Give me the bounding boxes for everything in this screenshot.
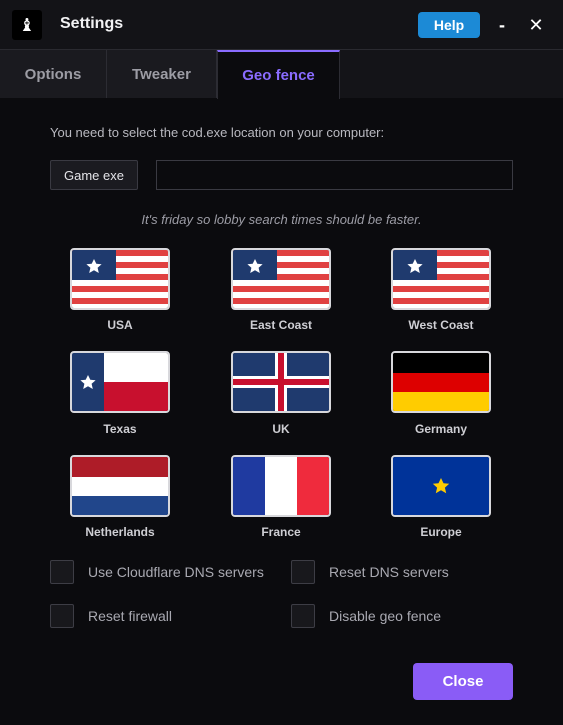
tab-geo-fence[interactable]: Geo fence bbox=[217, 50, 340, 99]
reset-dns-option[interactable]: Reset DNS servers bbox=[291, 560, 449, 584]
reset-firewall-option[interactable]: Reset firewall bbox=[50, 604, 172, 628]
window-title: Settings bbox=[60, 15, 124, 32]
minimize-button[interactable]: - bbox=[492, 14, 512, 36]
help-button[interactable]: Help bbox=[418, 12, 480, 38]
tab-tweaker[interactable]: Tweaker bbox=[107, 50, 217, 98]
cloudflare-dns-option[interactable]: Use Cloudflare DNS servers bbox=[50, 560, 264, 584]
reset-firewall-label: Reset firewall bbox=[88, 608, 173, 624]
region-label-europe: Europe bbox=[420, 525, 462, 539]
usa-flag-icon[interactable] bbox=[70, 248, 170, 310]
france-flag-icon[interactable] bbox=[231, 455, 331, 517]
lobby-notice: It's friday so lobby search times should… bbox=[141, 212, 422, 227]
region-label-germany: Germany bbox=[414, 422, 468, 436]
region-label-usa: USA bbox=[107, 318, 133, 332]
cloudflare-dns-checkbox[interactable] bbox=[50, 560, 74, 584]
disable-geo-fence-checkbox[interactable] bbox=[291, 604, 315, 628]
cloudflare-dns-label: Use Cloudflare DNS servers bbox=[88, 564, 264, 580]
reset-firewall-checkbox[interactable] bbox=[50, 604, 74, 628]
usa-flag-icon[interactable] bbox=[391, 248, 491, 310]
title-bar: ♝ Settings Help - ✕ bbox=[0, 0, 563, 50]
reset-dns-label: Reset DNS servers bbox=[329, 564, 449, 580]
reset-dns-checkbox[interactable] bbox=[291, 560, 315, 584]
region-label-netherlands: Netherlands bbox=[85, 525, 155, 539]
netherlands-flag-icon[interactable] bbox=[70, 455, 170, 517]
close-window-button[interactable]: ✕ bbox=[526, 14, 546, 36]
europe-flag-icon[interactable] bbox=[391, 455, 491, 517]
usa-flag-icon[interactable] bbox=[231, 248, 331, 310]
region-label-east-coast: East Coast bbox=[249, 318, 313, 332]
app-logo-icon: ♝ bbox=[12, 10, 42, 40]
game-exe-button[interactable]: Game exe bbox=[50, 160, 138, 190]
uk-flag-icon[interactable] bbox=[231, 351, 331, 413]
instruction-text: You need to select the cod.exe location … bbox=[50, 125, 385, 140]
close-button[interactable]: Close bbox=[413, 663, 513, 700]
region-label-west-coast: West Coast bbox=[408, 318, 474, 332]
texas-flag-icon[interactable] bbox=[70, 351, 170, 413]
region-label-texas: Texas bbox=[103, 422, 137, 436]
region-label-uk: UK bbox=[272, 422, 290, 436]
germany-flag-icon[interactable] bbox=[391, 351, 491, 413]
tab-options[interactable]: Options bbox=[0, 50, 107, 98]
game-exe-path-input[interactable] bbox=[156, 160, 513, 190]
tab-bar: Options Tweaker Geo fence bbox=[0, 50, 563, 99]
disable-geo-fence-option[interactable]: Disable geo fence bbox=[291, 604, 441, 628]
region-label-france: France bbox=[261, 525, 301, 539]
disable-geo-fence-label: Disable geo fence bbox=[329, 608, 442, 624]
